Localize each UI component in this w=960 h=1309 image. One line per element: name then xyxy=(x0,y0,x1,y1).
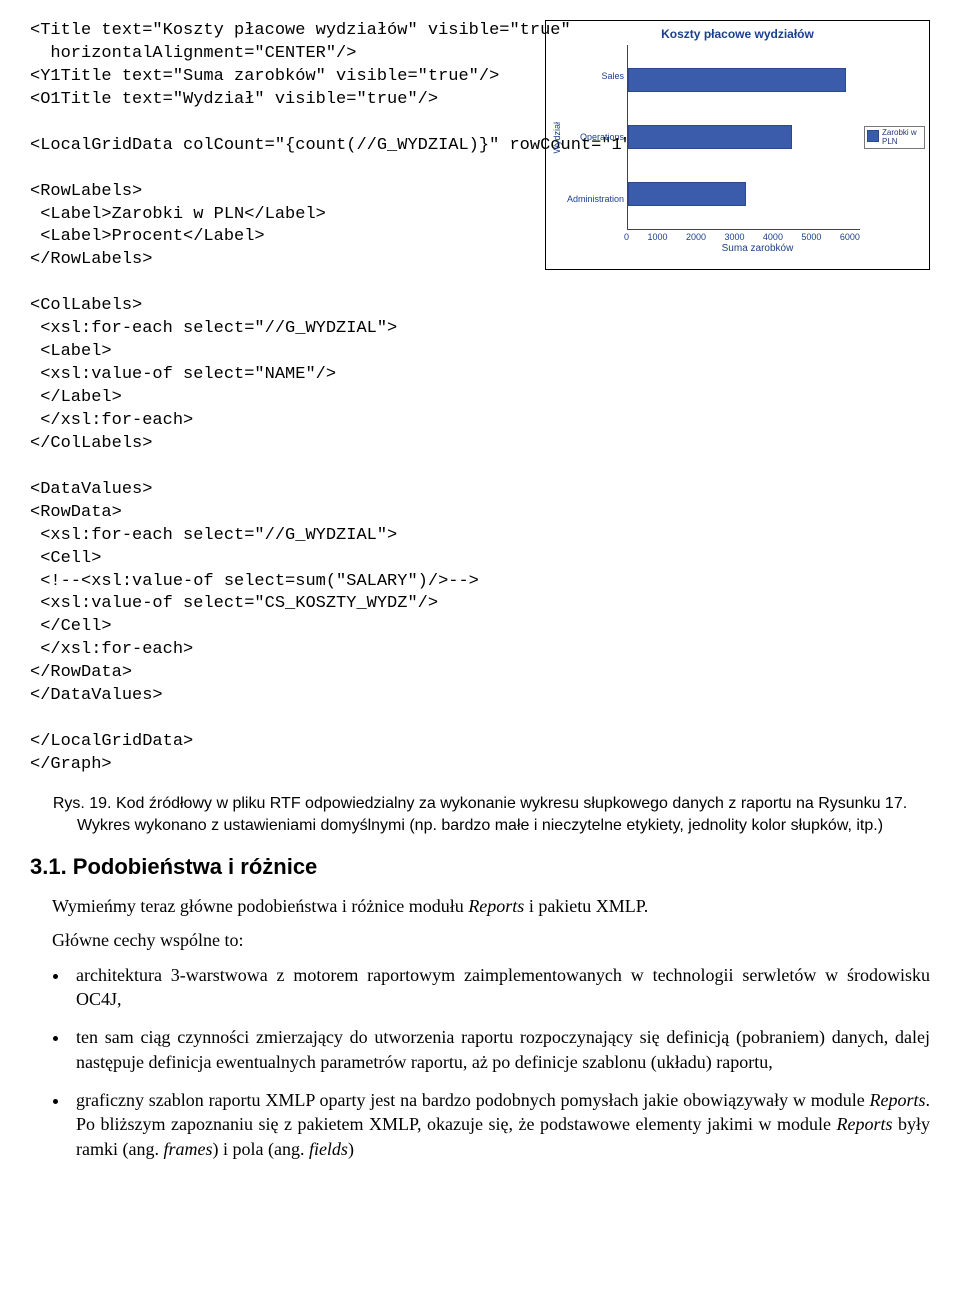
xtick-4: 4000 xyxy=(763,232,783,242)
chart-x-ticks: 0 1000 2000 3000 4000 5000 6000 xyxy=(624,232,860,242)
chart-plot-area xyxy=(627,45,860,230)
list-item: graficzny szablon raportu XMLP oparty je… xyxy=(70,1088,930,1161)
para1-ital: Reports xyxy=(468,896,524,916)
chart-body: Wydział Sales Operations Administration … xyxy=(550,45,925,230)
chart-cat-1: Operations xyxy=(580,132,624,142)
chart-y-categories: Sales Operations Administration xyxy=(564,45,627,230)
figure-caption: Rys. 19. Kod źródłowy w pliku RTF odpowi… xyxy=(30,793,930,836)
chart-cat-0: Sales xyxy=(601,71,624,81)
list-item: architektura 3-warstwowa z motorem rapor… xyxy=(70,963,930,1012)
legend-label: Zarobki w PLN xyxy=(882,129,922,147)
xtick-3: 3000 xyxy=(724,232,744,242)
chart-bar-0 xyxy=(628,68,846,92)
b3i: ) xyxy=(348,1139,354,1159)
b3g: ) i pola (ang. xyxy=(212,1139,308,1159)
xtick-6: 6000 xyxy=(840,232,860,242)
b3d: Reports xyxy=(836,1114,892,1134)
bullet-list: architektura 3-warstwowa z motorem rapor… xyxy=(30,963,930,1161)
xtick-0: 0 xyxy=(624,232,629,242)
b3a: graficzny szablon raportu XMLP oparty je… xyxy=(76,1090,870,1110)
chart-cat-2: Administration xyxy=(567,194,624,204)
section-heading-3-1: 3.1. Podobieństwa i różnice xyxy=(30,854,930,880)
xtick-1: 1000 xyxy=(647,232,667,242)
b3f: frames xyxy=(163,1139,212,1159)
b3b: Reports xyxy=(870,1090,926,1110)
chart-title: Koszty płacowe wydziałów xyxy=(550,27,925,41)
chart-thumbnail: Koszty płacowe wydziałów Wydział Sales O… xyxy=(545,20,930,270)
paragraph-2: Główne cechy wspólne to: xyxy=(30,928,930,952)
b3h: fields xyxy=(309,1139,348,1159)
chart-xlabel: Suma zarobków xyxy=(590,243,925,254)
chart-ylabel: Wydział xyxy=(550,122,564,153)
legend-swatch-icon xyxy=(867,130,879,142)
chart-legend: Zarobki w PLN xyxy=(864,126,925,150)
list-item: ten sam ciąg czynności zmierzający do ut… xyxy=(70,1025,930,1074)
para1-tail: i pakietu XMLP. xyxy=(524,896,648,916)
chart-bar-1 xyxy=(628,125,792,149)
paragraph-1: Wymieńmy teraz główne podobieństwa i róż… xyxy=(30,894,930,918)
xtick-5: 5000 xyxy=(801,232,821,242)
chart-bar-2 xyxy=(628,182,746,206)
para1-lead: Wymieńmy teraz główne podobieństwa i róż… xyxy=(52,896,468,916)
xtick-2: 2000 xyxy=(686,232,706,242)
